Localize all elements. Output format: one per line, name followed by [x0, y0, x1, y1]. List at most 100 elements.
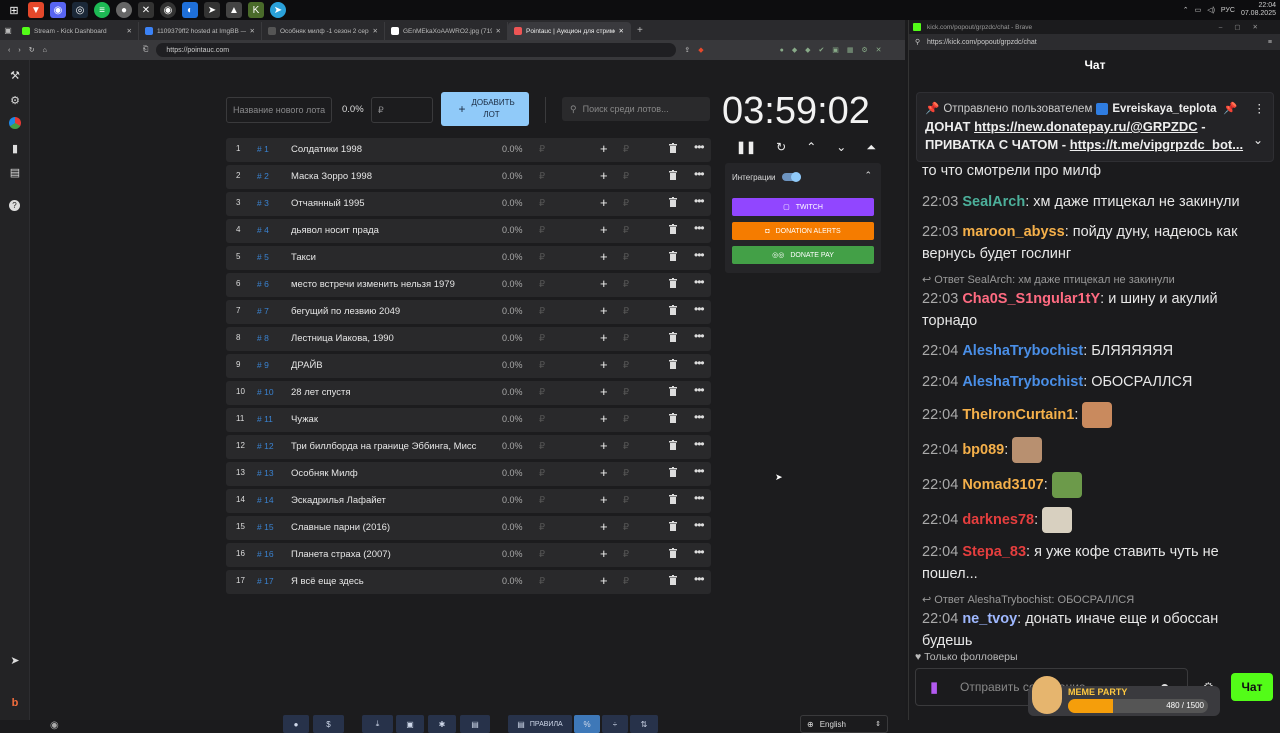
lot-add-field[interactable]: ₽ — [623, 495, 629, 506]
double-increase-icon[interactable]: ⏶ — [866, 140, 876, 155]
pinned-more-icon[interactable]: ⋮ — [1254, 100, 1266, 118]
lot-search-input[interactable]: ⚲ Поиск среди лотов... — [562, 97, 710, 121]
message-username[interactable]: Nomad3107 — [962, 477, 1043, 493]
lot-name[interactable]: Славные парни (2016) — [291, 522, 390, 533]
collapse-chevron-icon[interactable]: ⌃ — [864, 170, 872, 181]
sort-button[interactable]: ⇅ — [630, 715, 658, 733]
network-icon[interactable]: ▭ — [1195, 6, 1202, 14]
reply-context[interactable]: ↩ Ответ SealArch: хм даже птицекал не за… — [922, 274, 1267, 287]
pause-icon[interactable]: ❚❚ — [736, 140, 756, 155]
split-button[interactable]: ÷ — [602, 715, 628, 733]
add-amount-icon[interactable]: + — [600, 168, 608, 183]
lot-name[interactable]: Планета страха (2007) — [291, 549, 391, 560]
message-username[interactable]: darknes78 — [962, 512, 1034, 528]
lot-add-field[interactable]: ₽ — [623, 522, 629, 533]
pinned-link-1[interactable]: https://new.donatepay.ru/@GRPZDC — [974, 119, 1198, 134]
bug-report-button[interactable]: ✱ — [428, 715, 456, 733]
app-icon-x[interactable]: ✕ — [138, 2, 154, 18]
add-amount-icon[interactable]: + — [600, 573, 608, 588]
lot-amount-field[interactable]: ₽ — [539, 333, 545, 344]
add-amount-icon[interactable]: + — [600, 438, 608, 453]
spotify-icon[interactable]: ≡ — [94, 2, 110, 18]
save-button[interactable]: ▣ — [396, 715, 424, 733]
add-lot-button[interactable]: + Добавить лот — [441, 92, 529, 126]
lot-name[interactable]: Маска Зорро 1998 — [291, 171, 372, 182]
lot-amount-field[interactable]: ₽ — [539, 252, 545, 263]
auction-hammer-icon[interactable]: ⚒ — [8, 68, 22, 82]
brave-shields-icon[interactable]: ◆ — [698, 46, 703, 54]
add-amount-icon[interactable]: + — [600, 303, 608, 318]
lot-name[interactable]: место встречи изменить нельзя 1979 — [291, 279, 455, 290]
expand-chevron-icon[interactable]: ⌄ — [1253, 131, 1263, 149]
lot-id-tag[interactable]: # 11 — [257, 414, 273, 424]
message-username[interactable]: AleshaTrybochist — [962, 343, 1083, 359]
lot-more-icon[interactable]: ••• — [694, 572, 705, 586]
lot-add-field[interactable]: ₽ — [623, 360, 629, 371]
language-select[interactable]: ⊕ English ⇕ — [800, 715, 888, 733]
lot-name[interactable]: Чужак — [291, 414, 318, 425]
add-amount-icon[interactable]: + — [600, 492, 608, 507]
app-icon-arrow[interactable]: ➤ — [204, 2, 220, 18]
steam-icon[interactable]: ◎ — [72, 2, 88, 18]
delete-lot-icon[interactable] — [669, 467, 677, 477]
lot-id-tag[interactable]: # 12 — [257, 441, 274, 451]
delete-lot-icon[interactable] — [669, 386, 677, 396]
lot-name[interactable]: Я всё еще здесь — [291, 576, 364, 587]
lot-add-field[interactable]: ₽ — [623, 549, 629, 560]
tab-bar-back-icon[interactable]: ▣ — [0, 26, 16, 35]
add-amount-icon[interactable]: + — [600, 384, 608, 399]
microphone-icon[interactable]: ▮ — [930, 678, 938, 696]
wheel-icon[interactable] — [9, 117, 21, 129]
lot-id-tag[interactable]: # 14 — [257, 495, 274, 505]
delete-lot-icon[interactable] — [669, 359, 677, 369]
chrome-icon[interactable]: ● — [116, 2, 132, 18]
lot-name[interactable]: 28 лет спустя — [291, 387, 351, 398]
lot-id-tag[interactable]: # 8 — [257, 333, 269, 343]
lot-id-tag[interactable]: # 4 — [257, 225, 269, 235]
add-amount-icon[interactable]: + — [600, 330, 608, 345]
send-chat-button[interactable]: Чат — [1231, 673, 1273, 701]
app-icon-blue[interactable]: ◐ — [182, 2, 198, 18]
clear-button[interactable]: ▤ — [460, 715, 490, 733]
delete-lot-icon[interactable] — [669, 170, 677, 180]
lot-amount-field[interactable]: ₽ — [539, 522, 545, 533]
url-field[interactable]: https://pointauc.com — [156, 43, 677, 57]
lot-more-icon[interactable]: ••• — [694, 410, 705, 424]
lot-more-icon[interactable]: ••• — [694, 167, 705, 181]
lot-id-tag[interactable]: # 7 — [257, 306, 269, 316]
obs-icon[interactable]: ◉ — [160, 2, 176, 18]
lot-amount-field[interactable]: ₽ — [539, 387, 545, 398]
new-lot-name-input[interactable]: Название нового лота — [226, 97, 332, 123]
donation-alerts-button[interactable]: ◘ Donation Alerts — [732, 222, 874, 240]
lot-name[interactable]: Особняк Милф — [291, 468, 358, 479]
boosty-icon[interactable]: b — [8, 696, 22, 710]
lot-amount-field[interactable]: ₽ — [539, 468, 545, 479]
delete-lot-icon[interactable] — [669, 440, 677, 450]
message-username[interactable]: Cha0S_S1ngular1tY — [962, 291, 1100, 307]
lot-more-icon[interactable]: ••• — [694, 491, 705, 505]
message-username[interactable]: TheIronCurtain1 — [962, 407, 1074, 423]
chat-url[interactable]: https://kick.com/popout/grpzdc/chat — [927, 39, 1037, 46]
kick-app-icon[interactable]: K — [248, 2, 264, 18]
browser-tab[interactable]: Особняк милф -1 сезон 2 серия / ... ✕ — [262, 22, 385, 40]
share-icon[interactable]: ⇪ — [684, 46, 690, 54]
lot-name[interactable]: Солдатики 1998 — [291, 144, 362, 155]
volume-icon[interactable]: ◁) — [1207, 6, 1215, 14]
tab-close-icon[interactable]: ✕ — [250, 27, 255, 35]
new-lot-amount-input[interactable]: ₽ — [371, 97, 433, 123]
help-icon[interactable]: ? — [9, 200, 20, 211]
message-username[interactable]: Stepa_83 — [962, 544, 1026, 560]
lot-id-tag[interactable]: # 17 — [257, 576, 274, 586]
message-username[interactable]: bp089 — [962, 442, 1004, 458]
emote-icon[interactable] — [1042, 507, 1073, 533]
donate-button[interactable]: $ — [313, 715, 344, 733]
lot-more-icon[interactable]: ••• — [694, 194, 705, 208]
add-amount-icon[interactable]: + — [600, 357, 608, 372]
new-tab-button[interactable]: + — [637, 25, 643, 36]
lot-amount-field[interactable]: ₽ — [539, 495, 545, 506]
keyboard-language[interactable]: РУС — [1221, 7, 1235, 14]
lot-amount-field[interactable]: ₽ — [539, 225, 545, 236]
bookmark-icon[interactable]: ⎗ — [143, 46, 149, 54]
tab-close-icon[interactable]: ✕ — [619, 27, 624, 35]
reload-icon[interactable]: ↻ — [29, 46, 35, 54]
